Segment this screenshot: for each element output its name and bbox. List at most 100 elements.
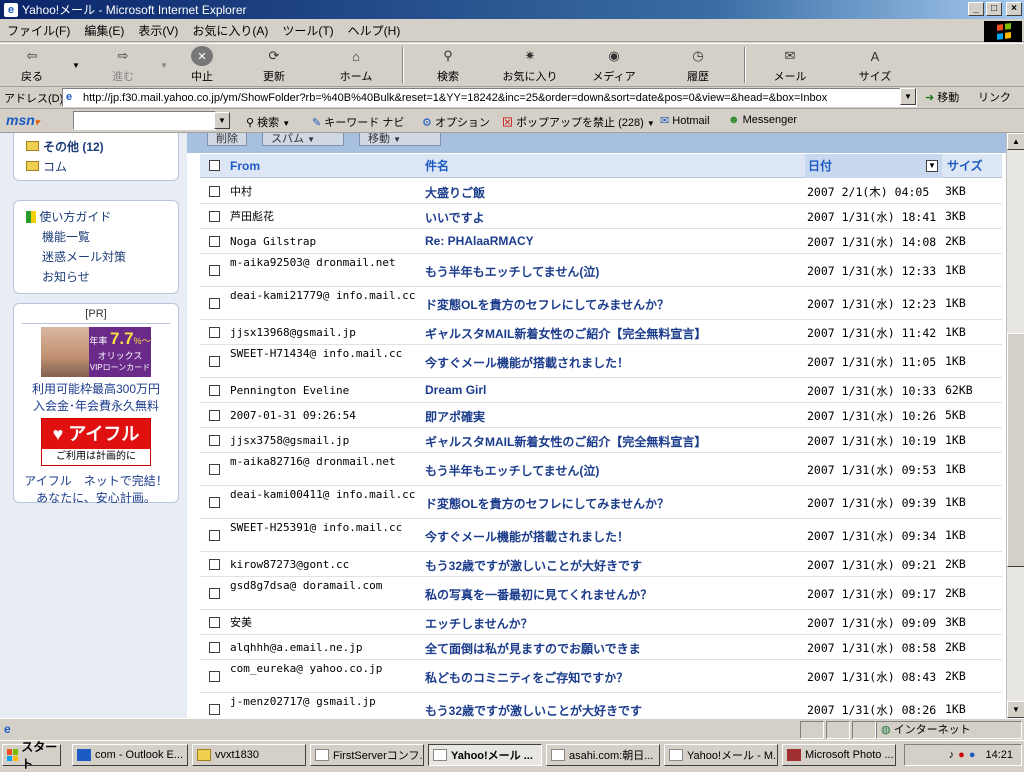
mail-row[interactable]: Noga Gilstrap Re: PHAlaaRMACY 2007 1/31(水)…	[200, 229, 1002, 254]
feature-list-link[interactable]: 機能一覧	[14, 227, 178, 247]
row-checkbox[interactable]	[209, 327, 220, 338]
refresh-button[interactable]: ⟳ 更新	[234, 44, 314, 86]
row-checkbox[interactable]	[209, 642, 220, 653]
row-subject-link[interactable]: もう32歳ですが激しいことが大好きです	[425, 702, 805, 718]
mail-row[interactable]: jjsx3758@gsmail.jp ギャルスタMAIL新着女性のご紹介【完全無料…	[200, 428, 1002, 453]
row-subject-link[interactable]: いいですよ	[425, 209, 805, 226]
mail-row[interactable]: 中村 大盛りご飯 2007 2/1(木) 04:05 3KB	[200, 179, 1002, 204]
row-subject-link[interactable]: 今すぐメール機能が搭載されました！	[425, 528, 805, 545]
row-checkbox[interactable]	[209, 211, 220, 222]
spam-measures-link[interactable]: 迷惑メール対策	[14, 247, 178, 267]
row-subject-link[interactable]: もう半年もエッチしてません(泣)	[425, 462, 805, 479]
mail-row[interactable]: 安美 エッチしませんか？ 2007 1/31(水) 09:09 3KB	[200, 610, 1002, 635]
row-subject-link[interactable]: 私どものコミニティをご存知ですか？	[425, 669, 805, 686]
task-asahi[interactable]: asahi.com:朝日...	[546, 744, 660, 766]
row-subject-link[interactable]: もう半年もエッチしてません(泣)	[425, 263, 805, 280]
mail-row[interactable]: m-aika82716@ dronmail.net もう半年もエッチしてません(泣…	[200, 453, 1002, 486]
row-subject-link[interactable]: Dream Girl	[425, 383, 805, 397]
notices-link[interactable]: お知らせ	[14, 267, 178, 287]
options-button[interactable]: ⚙ オプション	[422, 114, 490, 130]
tray-app-icon[interactable]: ●	[969, 749, 976, 761]
from-column-header[interactable]: From	[230, 159, 260, 173]
row-checkbox[interactable]	[209, 497, 220, 508]
row-checkbox[interactable]	[209, 559, 220, 570]
row-checkbox[interactable]	[209, 435, 220, 446]
mail-row[interactable]: alqhhh@a.email.ne.jp 全て面倒は私が見ますのでお願いできま 20…	[200, 635, 1002, 660]
row-subject-link[interactable]: 即アポ確実	[425, 408, 805, 425]
search-button[interactable]: ⚲ 検索	[408, 44, 488, 86]
mail-button[interactable]: ✉ メール	[750, 44, 830, 86]
msn-search-dropdown-icon[interactable]: ▼	[214, 112, 230, 129]
back-button[interactable]: ⇦ 戻る	[0, 44, 64, 86]
row-checkbox[interactable]	[209, 588, 220, 599]
menu-help[interactable]: ヘルプ(H)	[341, 22, 408, 39]
mail-row[interactable]: deai-kami21779@ info.mail.cc ド変態OLを貴方のセフレ…	[200, 287, 1002, 320]
menu-favorites[interactable]: お気に入り(A)	[185, 22, 275, 39]
scroll-up-icon[interactable]: ▲	[1007, 133, 1024, 150]
row-checkbox[interactable]	[209, 671, 220, 682]
usage-guide-link[interactable]: 使い方ガイド	[14, 207, 178, 227]
row-subject-link[interactable]: Re: PHAlaaRMACY	[425, 234, 805, 248]
row-subject-link[interactable]: ド変態OLを貴方のセフレにしてみませんか？	[425, 495, 805, 512]
folder-com[interactable]: コム	[14, 156, 178, 176]
vertical-scrollbar[interactable]: ▲ ▼	[1006, 133, 1024, 718]
row-checkbox[interactable]	[209, 236, 220, 247]
mail-row[interactable]: jjsx13968@gsmail.jp ギャルスタMAIL新着女性のご紹介【完全無…	[200, 320, 1002, 345]
row-checkbox[interactable]	[209, 385, 220, 396]
row-subject-link[interactable]: 大盛りご飯	[425, 184, 805, 201]
folder-other[interactable]: その他 (12)	[14, 136, 178, 156]
maximize-button[interactable]: □	[986, 2, 1002, 16]
task-photo[interactable]: Microsoft Photo ...	[782, 744, 896, 766]
popup-block-button[interactable]: ⊠ ポップアップを禁止 (228) ▼	[502, 114, 655, 130]
msn-search-button[interactable]: ⚲ 検索 ▼	[246, 114, 290, 130]
menu-file[interactable]: ファイル(F)	[0, 22, 77, 39]
move-button[interactable]: 移動 ▼	[359, 133, 441, 146]
row-subject-link[interactable]: 今すぐメール機能が搭載されました！	[425, 354, 805, 371]
volume-icon[interactable]: ♪	[949, 749, 955, 761]
row-checkbox[interactable]	[209, 298, 220, 309]
row-subject-link[interactable]: 私の写真を一番最初に見てくれませんか？	[425, 586, 805, 603]
mail-row[interactable]: kirow87273@gont.cc もう32歳ですが激しいことが大好きです 200…	[200, 552, 1002, 577]
ad-text-1[interactable]: 利用可能枠最高300万円	[14, 380, 178, 397]
go-button[interactable]: ➜ 移動	[925, 89, 959, 105]
row-checkbox[interactable]	[209, 530, 220, 541]
minimize-button[interactable]: _	[968, 2, 984, 16]
scroll-down-icon[interactable]: ▼	[1007, 701, 1024, 718]
row-checkbox[interactable]	[209, 186, 220, 197]
row-subject-link[interactable]: ド変態OLを貴方のセフレにしてみませんか？	[425, 296, 805, 313]
mail-row[interactable]: m-aika92503@ dronmail.net もう半年もエッチしてません(泣…	[200, 254, 1002, 287]
mail-row[interactable]: 2007-01-31 09:26:54 即アポ確実 2007 1/31(水) 10:…	[200, 403, 1002, 428]
select-all-checkbox[interactable]	[209, 160, 220, 171]
messenger-button[interactable]: ☻ Messenger	[728, 114, 797, 126]
task-firstserver[interactable]: FirstServerコンフ...	[310, 744, 424, 766]
history-button[interactable]: ◷ 履歴	[656, 44, 740, 86]
media-button[interactable]: ◉ メディア	[572, 44, 656, 86]
row-subject-link[interactable]: もう32歳ですが激しいことが大好きです	[425, 557, 805, 574]
mail-row[interactable]: SWEET-H71434@ info.mail.cc 今すぐメール機能が搭載されま…	[200, 345, 1002, 378]
mail-row[interactable]: gsd8g7dsa@ doramail.com 私の写真を一番最初に見てくれません…	[200, 577, 1002, 610]
mail-row[interactable]: Pennington Eveline Dream Girl 2007 1/31(水)…	[200, 378, 1002, 403]
row-subject-link[interactable]: ギャルスタMAIL新着女性のご紹介【完全無料宣言】	[425, 433, 805, 450]
row-checkbox[interactable]	[209, 617, 220, 628]
aiful-text-2[interactable]: あなたに、安心計画。	[14, 489, 178, 506]
close-button[interactable]: ×	[1006, 2, 1022, 16]
task-yahoo-mail-active[interactable]: Yahoo!メール ...	[428, 744, 542, 766]
size-column-header[interactable]: サイズ	[947, 157, 983, 174]
aiful-text-1[interactable]: アイフル ネットで完結！	[14, 472, 178, 489]
msn-logo[interactable]: msn▾	[6, 112, 39, 128]
menu-tools[interactable]: ツール(T)	[275, 22, 340, 39]
size-button[interactable]: A サイズ	[830, 44, 920, 86]
task-yahoo-mail-2[interactable]: Yahoo!メール - M...	[664, 744, 778, 766]
menu-view[interactable]: 表示(V)	[131, 22, 185, 39]
orix-ad-banner[interactable]: 年率 7.7%～ オリックス VIPローンカード	[41, 327, 151, 377]
scroll-thumb[interactable]	[1007, 333, 1024, 567]
home-button[interactable]: ⌂ ホーム	[314, 44, 398, 86]
links-button[interactable]: リンク	[978, 89, 1011, 105]
mail-row[interactable]: SWEET-H25391@ info.mail.cc 今すぐメール機能が搭載されま…	[200, 519, 1002, 552]
row-checkbox[interactable]	[209, 356, 220, 367]
back-dropdown-icon[interactable]: ▼	[64, 61, 88, 70]
hotmail-button[interactable]: ✉ Hotmail	[660, 114, 710, 127]
msn-search-input[interactable]	[73, 111, 216, 130]
mail-row[interactable]: com_eureka@ yahoo.co.jp 私どものコミニティをご存知ですか？…	[200, 660, 1002, 693]
tray-app-icon[interactable]: ●	[958, 749, 965, 761]
